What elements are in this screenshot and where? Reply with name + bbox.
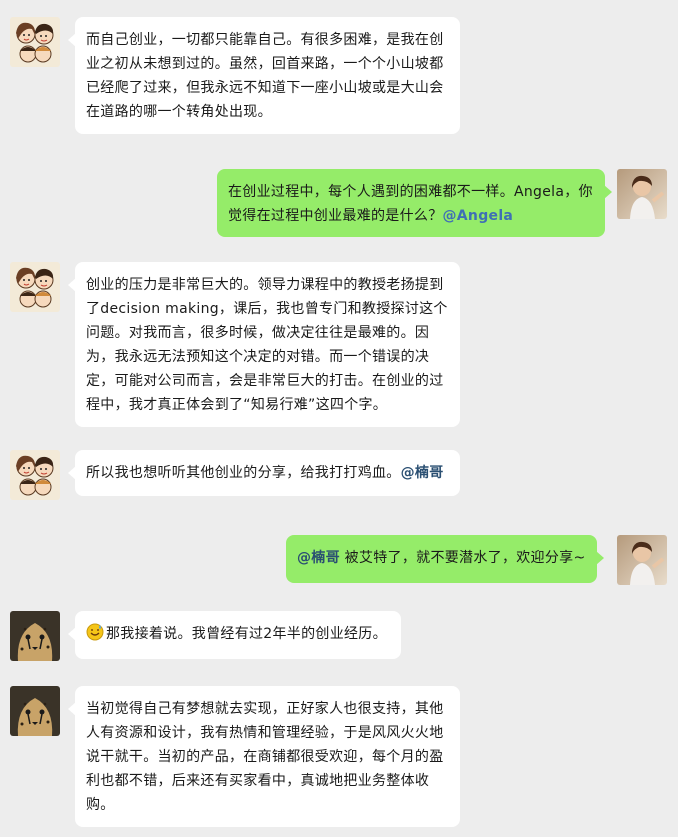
message-bubble[interactable]: 而自己创业，一切都只能靠自己。有很多困难，是我在创业之初从未想到过的。虽然，回首…: [68, 17, 460, 134]
message-bubble[interactable]: @楠哥 被艾特了，就不要潜水了，欢迎分享~: [286, 535, 604, 583]
message-bubble[interactable]: 创业的压力是非常巨大的。领导力课程中的教授老扬提到了decision makin…: [68, 262, 460, 427]
mention-link[interactable]: @Angela: [443, 208, 514, 224]
message-text: 当初觉得自己有梦想就去实现，正好家人也很支持，其他人有资源和设计，我有热情和管理…: [86, 701, 444, 813]
mention-link[interactable]: @楠哥: [401, 465, 444, 481]
couple-cartoon-avatar[interactable]: [10, 450, 60, 500]
mention-link[interactable]: @楠哥: [297, 550, 340, 566]
child-photo-avatar[interactable]: [617, 169, 667, 219]
message-bubble[interactable]: 所以我也想听听其他创业的分享，给我打打鸡血。@楠哥: [68, 450, 460, 496]
message-text: 被艾特了，就不要潜水了，欢迎分享~: [339, 550, 586, 566]
couple-cartoon-avatar[interactable]: [10, 17, 60, 67]
message-bubble[interactable]: 当初觉得自己有梦想就去实现，正好家人也很支持，其他人有资源和设计，我有热情和管理…: [68, 686, 460, 827]
child-photo-avatar[interactable]: [617, 535, 667, 585]
message-text: 创业的压力是非常巨大的。领导力课程中的教授老扬提到了decision makin…: [86, 277, 448, 413]
couple-cartoon-avatar[interactable]: [10, 262, 60, 312]
chat-window: 而自己创业，一切都只能靠自己。有很多困难，是我在创业之初从未想到过的。虽然，回首…: [0, 0, 678, 837]
sweat-smile-emoji: [86, 623, 104, 641]
message-bubble[interactable]: 那我接着说。我曾经有过2年半的创业经历。: [68, 611, 401, 659]
message-bubble[interactable]: 在创业过程中，每个人遇到的困难都不一样。Angela，你觉得在过程中创业最难的是…: [217, 169, 612, 237]
message-text: 而自己创业，一切都只能靠自己。有很多困难，是我在创业之初从未想到过的。虽然，回首…: [86, 32, 444, 120]
cheetah-avatar[interactable]: [10, 611, 60, 661]
message-text: 那我接着说。我曾经有过2年半的创业经历。: [106, 626, 387, 642]
cheetah-avatar[interactable]: [10, 686, 60, 736]
message-text: 所以我也想听听其他创业的分享，给我打打鸡血。: [86, 465, 401, 481]
message-text: 在创业过程中，每个人遇到的困难都不一样。Angela，你觉得在过程中创业最难的是…: [228, 184, 593, 224]
